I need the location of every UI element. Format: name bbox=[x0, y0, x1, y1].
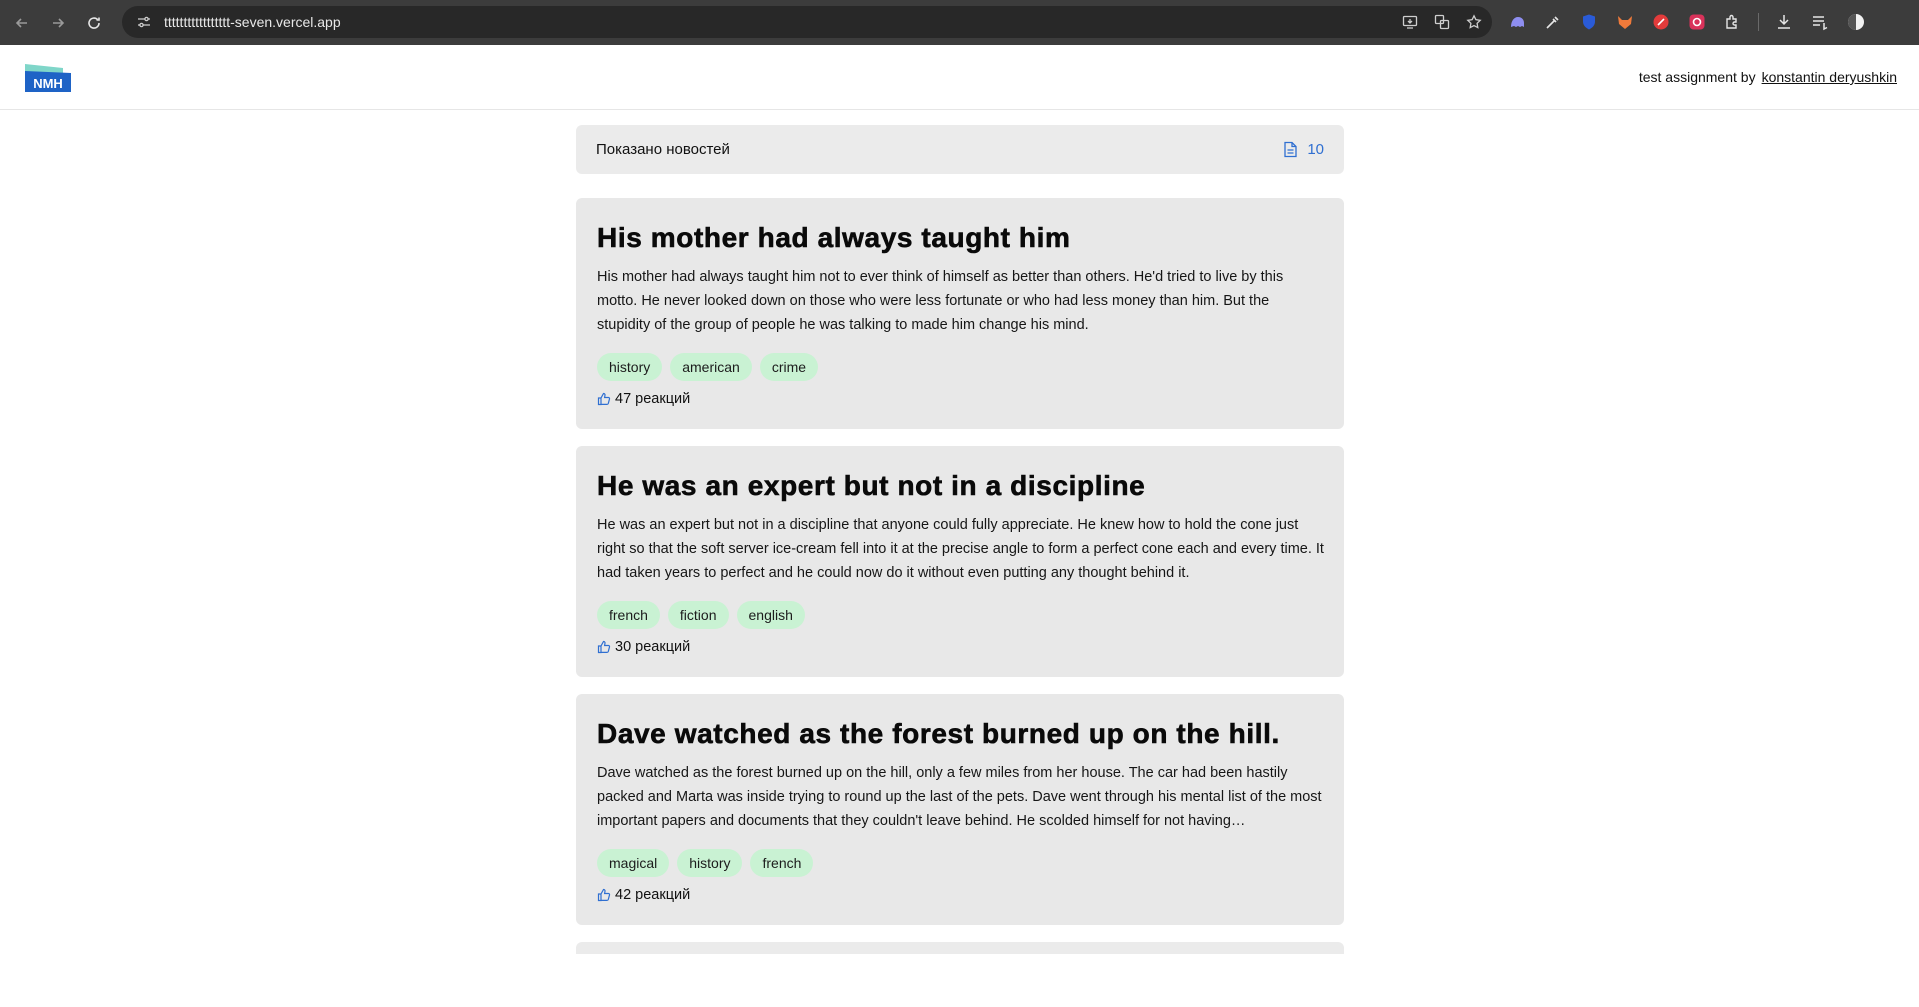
news-count-bar: Показано новостей 10 bbox=[576, 125, 1344, 174]
downloads-icon[interactable] bbox=[1773, 11, 1795, 33]
thumbs-up-icon bbox=[597, 888, 611, 902]
url-text[interactable]: ttttttttttttttttt-seven.vercel.app bbox=[164, 14, 341, 30]
extensions-bar bbox=[1506, 10, 1867, 34]
news-card-next[interactable] bbox=[576, 942, 1344, 954]
thumbs-up-icon bbox=[597, 640, 611, 654]
tag-list: magical history french bbox=[597, 849, 1324, 877]
news-feed: Показано новостей 10 His mother had alwa… bbox=[576, 125, 1344, 954]
reactions[interactable]: 42 реакций bbox=[597, 887, 1324, 903]
back-icon[interactable] bbox=[4, 5, 40, 41]
news-body: His mother had always taught him not to … bbox=[597, 269, 1284, 333]
bookmark-star-icon[interactable] bbox=[1464, 12, 1484, 32]
credit-prefix: test assignment by bbox=[1638, 69, 1756, 85]
news-title[interactable]: Dave watched as the forest burned up on … bbox=[597, 716, 1324, 751]
news-card[interactable]: He was an expert but not in a discipline… bbox=[576, 446, 1344, 677]
thumbs-up-icon bbox=[597, 392, 611, 406]
install-app-icon[interactable] bbox=[1400, 12, 1420, 32]
extension-eyedropper-icon[interactable] bbox=[1542, 11, 1564, 33]
tag-list: history american crime bbox=[597, 353, 1324, 381]
author-link[interactable]: konstantin deryushkin bbox=[1762, 69, 1897, 85]
address-bar[interactable]: ttttttttttttttttt-seven.vercel.app bbox=[122, 6, 1492, 38]
extension-shield-icon[interactable] bbox=[1578, 11, 1600, 33]
tag[interactable]: french bbox=[750, 849, 814, 877]
media-queue-icon[interactable] bbox=[1809, 11, 1831, 33]
toolbar-separator bbox=[1758, 13, 1759, 31]
logo-text: NMH bbox=[33, 76, 63, 91]
reactions-count: 30 реакций bbox=[615, 639, 691, 655]
tag[interactable]: history bbox=[597, 353, 663, 381]
news-body: Dave watched as the forest burned up on … bbox=[597, 765, 1322, 829]
news-title[interactable]: He was an expert but not in a discipline bbox=[597, 468, 1324, 503]
news-count: 10 bbox=[1283, 141, 1324, 158]
tag[interactable]: history bbox=[677, 849, 743, 877]
tag[interactable]: fiction bbox=[667, 601, 729, 629]
extensions-puzzle-icon[interactable] bbox=[1722, 11, 1744, 33]
news-card[interactable]: Dave watched as the forest burned up on … bbox=[576, 694, 1344, 925]
extension-pink-icon[interactable] bbox=[1686, 11, 1708, 33]
reload-icon[interactable] bbox=[76, 5, 112, 41]
reactions-count: 47 реакций bbox=[615, 391, 691, 407]
forward-icon[interactable] bbox=[40, 5, 76, 41]
nmh-logo[interactable]: NMH bbox=[23, 62, 72, 94]
credit-line: test assignment by konstantin deryushkin bbox=[1639, 69, 1897, 85]
translate-icon[interactable] bbox=[1432, 12, 1452, 32]
browser-toolbar: ttttttttttttttttt-seven.vercel.app bbox=[0, 0, 1919, 45]
site-header: NMH test assignment by konstantin deryush… bbox=[0, 45, 1919, 110]
extension-ghost-icon[interactable] bbox=[1506, 11, 1528, 33]
news-title[interactable]: His mother had always taught him bbox=[597, 220, 1324, 255]
profile-avatar-icon[interactable] bbox=[1845, 11, 1867, 33]
site-info-icon[interactable] bbox=[134, 12, 154, 32]
news-card[interactable]: His mother had always taught him His mot… bbox=[576, 198, 1344, 429]
tag[interactable]: magical bbox=[597, 849, 670, 877]
extension-red-tool-icon[interactable] bbox=[1650, 11, 1672, 33]
news-count-value: 10 bbox=[1307, 141, 1324, 158]
tag-list: french fiction english bbox=[597, 601, 1324, 629]
reactions[interactable]: 30 реакций bbox=[597, 639, 1324, 655]
reactions[interactable]: 47 реакций bbox=[597, 391, 1324, 407]
reactions-count: 42 реакций bbox=[615, 887, 691, 903]
extension-fox-icon[interactable] bbox=[1614, 11, 1636, 33]
document-icon bbox=[1284, 141, 1297, 158]
tag[interactable]: american bbox=[670, 353, 752, 381]
tag[interactable]: french bbox=[597, 601, 660, 629]
tag[interactable]: english bbox=[736, 601, 805, 629]
news-count-label: Показано новостей bbox=[596, 141, 730, 158]
news-body: He was an expert but not in a discipline… bbox=[597, 517, 1324, 581]
tag[interactable]: crime bbox=[759, 353, 819, 381]
